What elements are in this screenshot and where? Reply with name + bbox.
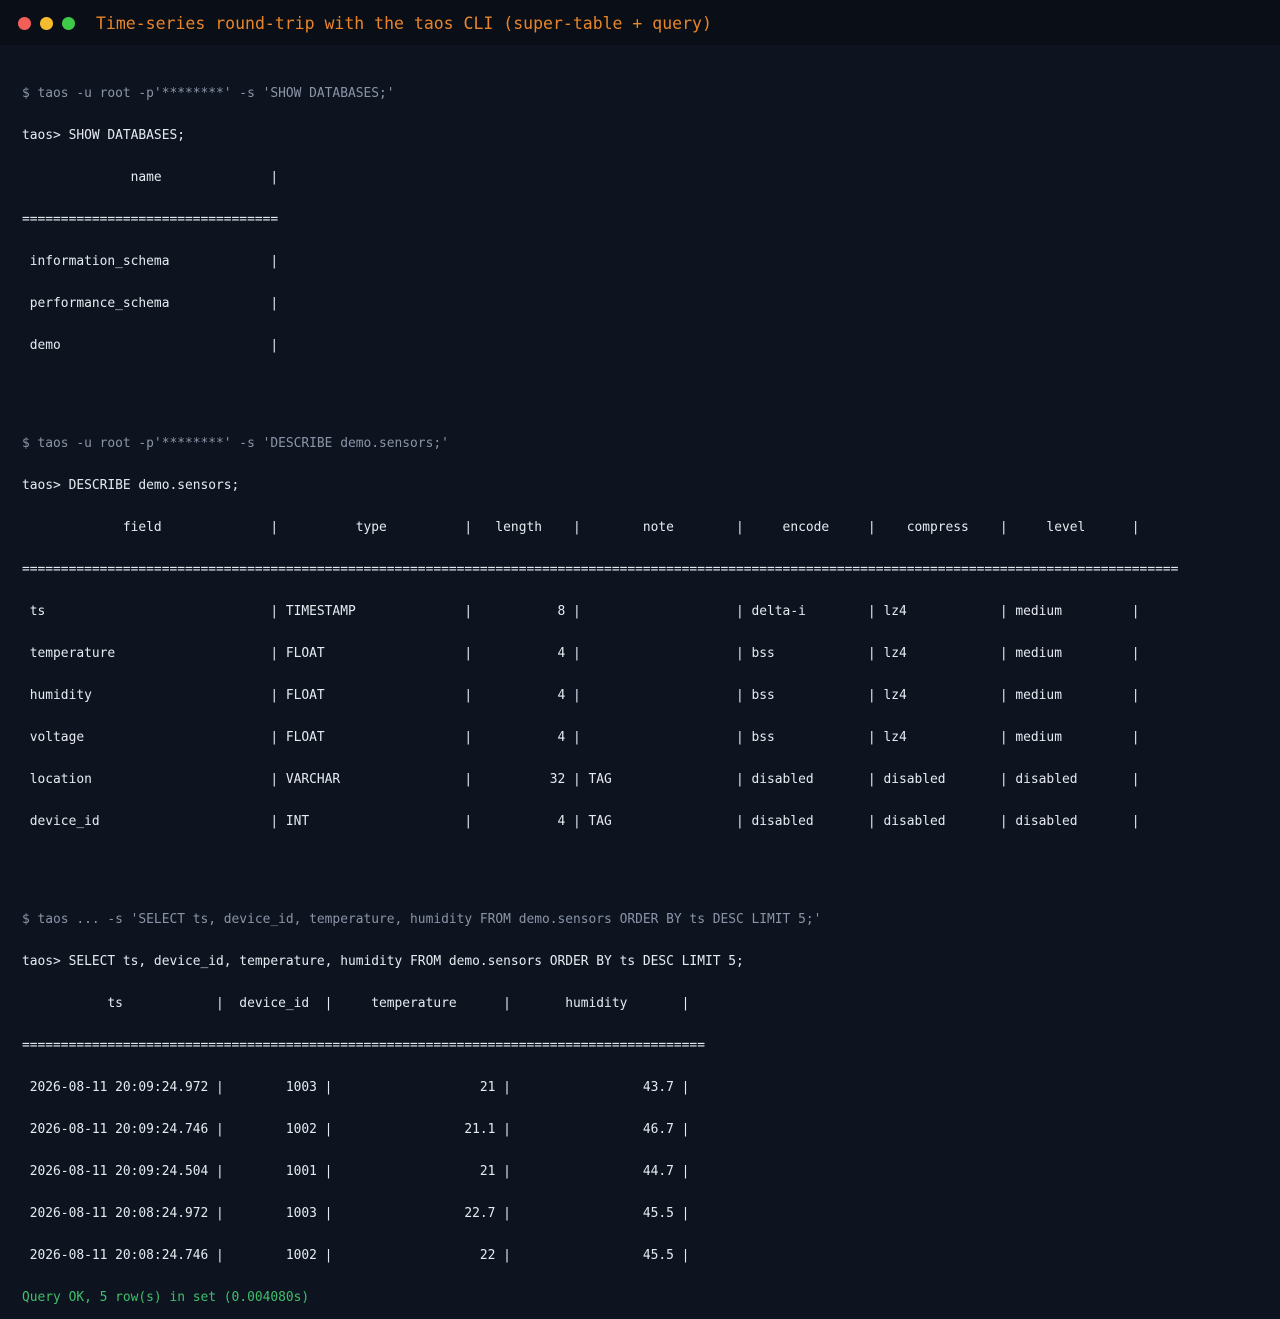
table-row: temperature | FLOAT | 4 | | bss | lz4 | … (22, 646, 1140, 661)
table-row: voltage | FLOAT | 4 | | bss | lz4 | medi… (22, 730, 1140, 745)
table-row: performance_schema | (22, 296, 279, 311)
table-row: 2026-08-11 20:08:24.972 | 1003 | 22.7 | … (22, 1206, 690, 1221)
shell-command: $ taos -u root -p'********' -s 'DESCRIBE… (22, 436, 449, 451)
result-table-header: name | (22, 170, 279, 185)
title-bar: Time-series round-trip with the taos CLI… (0, 0, 1280, 45)
table-row: 2026-08-11 20:09:24.972 | 1003 | 21 | 43… (22, 1080, 690, 1095)
taos-prompt: taos> SHOW DATABASES; (22, 128, 185, 143)
close-window-button[interactable] (18, 17, 31, 30)
table-row: ts | TIMESTAMP | 8 | | delta-i | lz4 | m… (22, 604, 1140, 619)
table-row: humidity | FLOAT | 4 | | bss | lz4 | med… (22, 688, 1140, 703)
taos-prompt: taos> DESCRIBE demo.sensors; (22, 478, 240, 493)
shell-command: $ taos -u root -p'********' -s 'SHOW DAT… (22, 86, 395, 101)
query-status-message: Query OK, 5 row(s) in set (0.004080s) (22, 1290, 310, 1305)
table-row: device_id | INT | 4 | TAG | disabled | d… (22, 814, 1140, 829)
result-table-separator: ================================= (22, 212, 279, 227)
table-row: 2026-08-11 20:08:24.746 | 1002 | 22 | 45… (22, 1248, 690, 1263)
window-title: Time-series round-trip with the taos CLI… (96, 14, 712, 33)
minimize-window-button[interactable] (40, 17, 53, 30)
terminal-output[interactable]: $ taos -u root -p'********' -s 'SHOW DAT… (22, 59, 1272, 1319)
table-row: 2026-08-11 20:09:24.746 | 1002 | 21.1 | … (22, 1122, 690, 1137)
result-table-separator: ========================================… (22, 1038, 705, 1053)
maximize-window-button[interactable] (62, 17, 75, 30)
taos-prompt: taos> SELECT ts, device_id, temperature,… (22, 954, 744, 969)
result-table-separator: ========================================… (22, 562, 1179, 577)
result-table-header: field | type | length | note | encode | … (22, 520, 1140, 535)
shell-command: $ taos ... -s 'SELECT ts, device_id, tem… (22, 912, 822, 927)
table-row: location | VARCHAR | 32 | TAG | disabled… (22, 772, 1140, 787)
table-row: 2026-08-11 20:09:24.504 | 1001 | 21 | 44… (22, 1164, 690, 1179)
table-row: information_schema | (22, 254, 279, 269)
result-table-header: ts | device_id | temperature | humidity … (22, 996, 690, 1011)
table-row: demo | (22, 338, 279, 353)
